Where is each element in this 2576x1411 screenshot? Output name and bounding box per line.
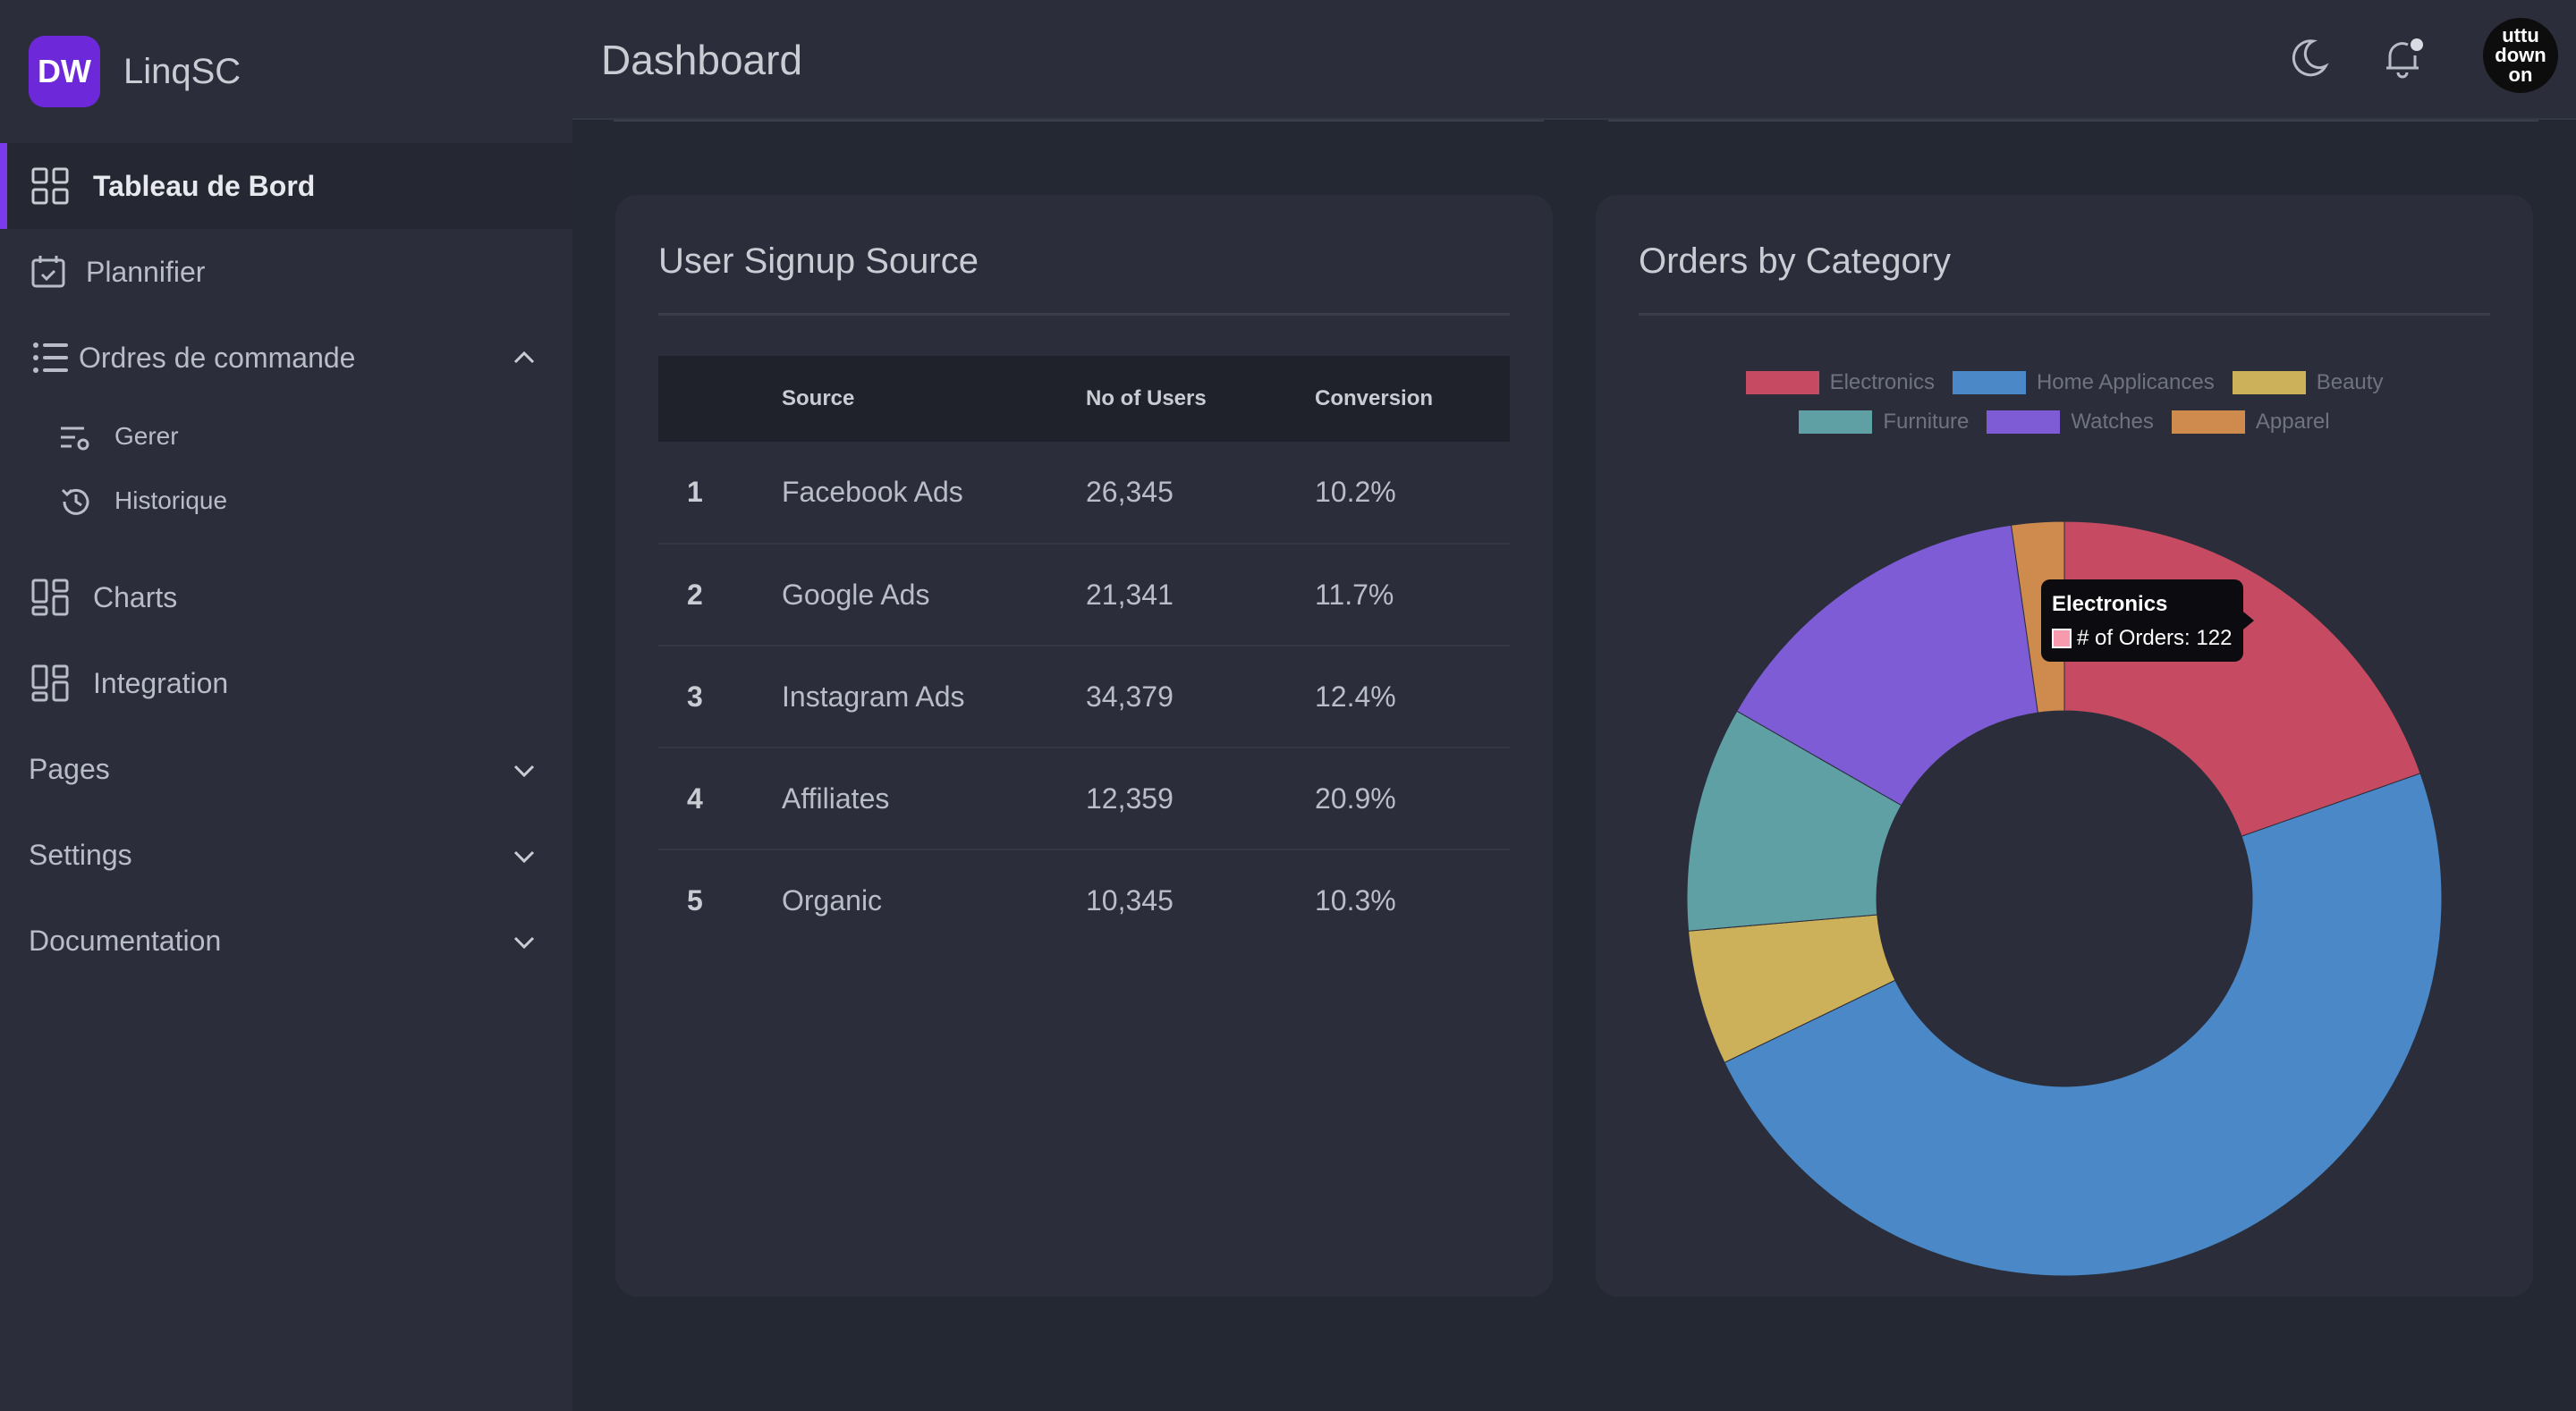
scrolled-card-edges — [614, 120, 2538, 122]
tooltip-value: # of Orders: 122 — [2077, 626, 2233, 650]
sidebar-item-pages[interactable]: Pages — [0, 726, 572, 812]
sidebar-item-label: Pages — [29, 752, 110, 785]
column-header: Conversion — [1315, 386, 1434, 410]
brand-name: LinqSC — [123, 51, 242, 91]
cell-conversion: 10.2% — [1315, 442, 1510, 545]
list-icon — [33, 342, 68, 373]
cell-index: 2 — [658, 544, 782, 646]
charts-icon — [31, 579, 69, 616]
cell-index: 4 — [658, 748, 782, 850]
cell-index: 3 — [658, 646, 782, 748]
chevron-down-icon — [513, 936, 535, 950]
brand-logo: DW — [29, 36, 100, 107]
avatar-text-line: uttu — [2502, 24, 2539, 46]
avatar-text-line: on — [2508, 63, 2533, 86]
cell-conversion: 20.9% — [1315, 748, 1510, 850]
cell-conversion: 11.7% — [1315, 544, 1510, 646]
cell-users: 10,345 — [1086, 884, 1174, 917]
table-header-row: Source No of Users Conversion — [658, 356, 1510, 442]
dark-mode-moon-icon[interactable] — [2286, 36, 2331, 80]
chevron-down-icon — [513, 850, 535, 864]
cell-index: 5 — [687, 884, 703, 917]
cell-index: 1 — [658, 442, 782, 545]
brand[interactable]: DW LinqSC — [29, 36, 241, 107]
page-title: Dashboard — [601, 37, 803, 83]
sidebar-item-label: Charts — [93, 580, 178, 613]
table-row: 5 Organic 10,345 10.3% — [658, 849, 1510, 951]
tooltip-line: # of Orders: 122 — [2052, 626, 2233, 651]
table-row: 3 Instagram Ads 34,379 12.4% — [658, 646, 1510, 748]
table-row: 4 Affiliates 12,359 20.9% — [658, 748, 1510, 850]
cell-users: 12,359 — [1086, 748, 1315, 850]
cell-source: Facebook Ads — [782, 442, 1086, 545]
divider — [658, 313, 1510, 316]
sidebar-item-tableau-de-bord[interactable]: Tableau de Bord — [0, 143, 572, 229]
signup-source-table: Source No of Users Conversion 1 Facebook… — [658, 356, 1510, 951]
sidebar-subitem-historique[interactable]: Historique — [0, 483, 572, 522]
sidebar-item-label: Documentation — [29, 924, 222, 957]
user-signup-source-card: User Signup Source Source No of Users Co… — [615, 195, 1553, 1297]
table-row: 2 Google Ads 21,341 11.7% — [658, 544, 1510, 646]
chart-tooltip: Electronics # of Orders: 122 — [2041, 579, 2254, 662]
card-title: User Signup Source — [658, 241, 979, 281]
top-header: Dashboard — [572, 0, 2576, 120]
sidebar-item-integration[interactable]: Integration — [0, 640, 572, 726]
sidebar: DW LinqSC Tableau de Bord Plannifier Ord… — [0, 0, 572, 1411]
cell-source: Organic — [782, 884, 883, 917]
avatar-text-line: down — [2495, 44, 2546, 66]
sidebar-item-charts[interactable]: Charts — [0, 554, 572, 640]
cell-users: 34,379 — [1086, 646, 1315, 748]
sidebar-subitem-gerer[interactable]: Gerer — [0, 418, 572, 458]
orders-by-category-card: Orders by Category Electronics Home Appl… — [1596, 195, 2533, 1297]
dashboard-grid-icon — [31, 167, 69, 205]
tooltip-title: Electronics — [2052, 592, 2168, 616]
cell-users: 26,345 — [1086, 442, 1315, 545]
sidebar-item-plannifier[interactable]: Plannifier — [0, 229, 572, 315]
column-header: Source — [782, 386, 855, 410]
sidebar-item-label: Plannifier — [86, 255, 206, 288]
sidebar-item-label: Ordres de commande — [79, 341, 356, 374]
column-header: No of Users — [1086, 386, 1207, 410]
chevron-up-icon — [513, 351, 535, 364]
sidebar-subitem-label: Historique — [114, 486, 228, 514]
cell-source: Google Ads — [782, 544, 1086, 646]
manage-list-icon — [61, 427, 89, 451]
history-icon — [61, 488, 89, 515]
sidebar-item-label: Tableau de Bord — [93, 169, 316, 202]
sidebar-item-settings[interactable]: Settings — [0, 812, 572, 898]
user-avatar[interactable]: uttu down on — [2483, 18, 2558, 93]
donut-slice-electronics[interactable] — [2063, 520, 2421, 837]
cell-source: Affiliates — [782, 748, 1086, 850]
sidebar-item-label: Integration — [93, 666, 229, 699]
calendar-icon — [31, 256, 65, 288]
cell-conversion: 12.4% — [1315, 646, 1510, 748]
sidebar-item-ordres-de-commande[interactable]: Ordres de commande — [0, 315, 572, 401]
column-header — [658, 356, 782, 442]
notification-bell-icon[interactable] — [2381, 36, 2426, 80]
chevron-down-icon — [513, 765, 535, 778]
sidebar-subitem-label: Gerer — [114, 422, 179, 450]
orders-donut-chart[interactable] — [1596, 195, 2533, 1297]
table-row: 1 Facebook Ads 26,345 10.2% — [658, 442, 1510, 545]
integration-icon — [31, 664, 69, 702]
cell-source: Instagram Ads — [782, 646, 1086, 748]
sidebar-item-label: Settings — [29, 838, 132, 871]
tooltip-swatch — [2052, 629, 2072, 648]
cell-users: 21,341 — [1086, 544, 1315, 646]
cell-conversion: 10.3% — [1315, 884, 1396, 917]
sidebar-item-documentation[interactable]: Documentation — [0, 898, 572, 984]
